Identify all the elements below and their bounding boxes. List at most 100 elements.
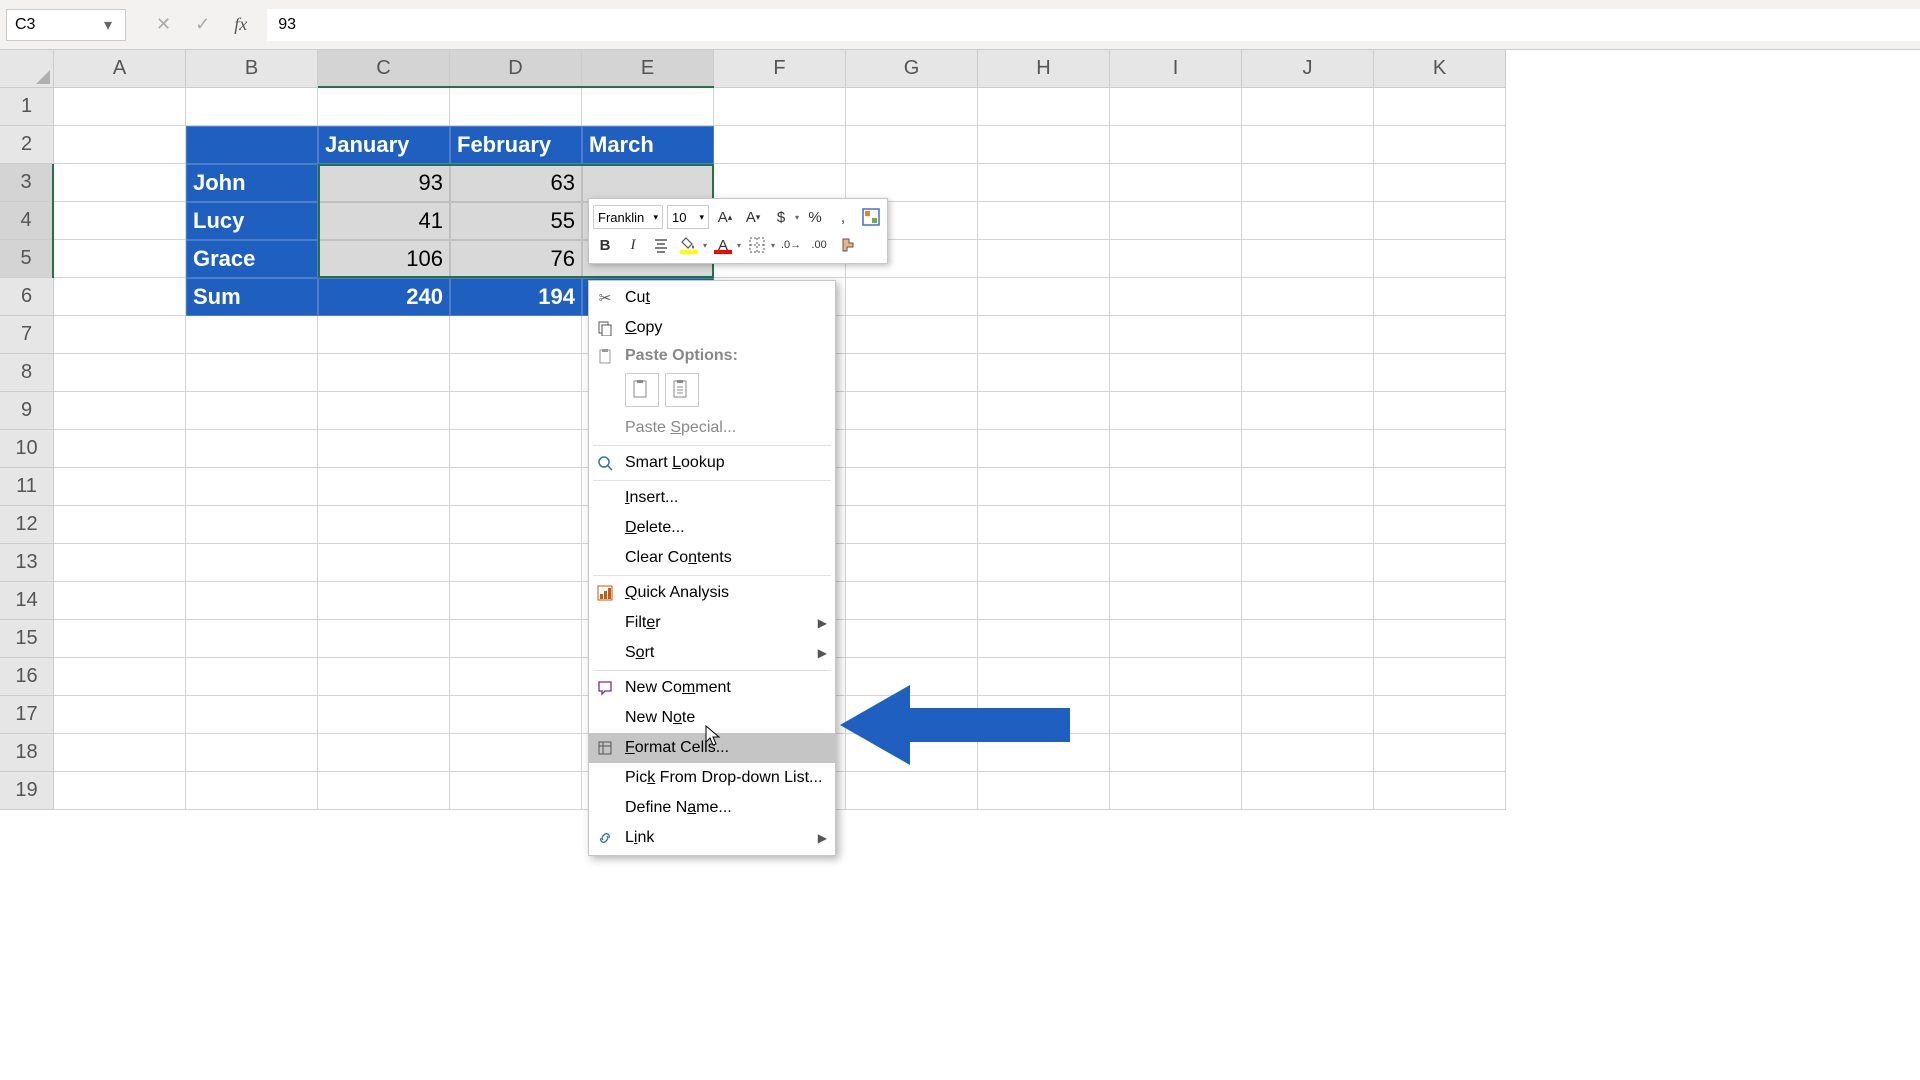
cell[interactable] [318,582,450,620]
cell[interactable]: March [582,126,714,164]
row-header[interactable]: 7 [0,316,54,354]
cell[interactable] [1374,392,1506,430]
cell[interactable] [1242,582,1374,620]
cell[interactable] [54,544,186,582]
menu-quick-analysis[interactable]: Quick Analysis [589,578,835,608]
cell[interactable] [1374,430,1506,468]
column-header[interactable]: F [714,50,846,88]
cell[interactable] [1110,582,1242,620]
cell[interactable] [1110,772,1242,810]
cell[interactable] [1242,240,1374,278]
cell[interactable] [1374,468,1506,506]
increase-font-icon[interactable]: A▴ [713,205,737,229]
cell[interactable] [1110,392,1242,430]
cell[interactable] [1242,620,1374,658]
row-header[interactable]: 16 [0,658,54,696]
cell[interactable] [1374,240,1506,278]
cell[interactable] [186,316,318,354]
column-header[interactable]: K [1374,50,1506,88]
cell[interactable] [1374,506,1506,544]
italic-icon[interactable]: I [621,233,645,257]
cell[interactable] [450,392,582,430]
cell[interactable] [1242,164,1374,202]
menu-format-cells[interactable]: Format Cells... [589,733,835,763]
cell[interactable] [450,354,582,392]
cell[interactable] [1242,354,1374,392]
cell[interactable]: 55 [450,202,582,240]
column-header[interactable]: H [978,50,1110,88]
increase-decimal-icon[interactable]: .0→ [779,233,803,257]
cell[interactable] [54,620,186,658]
cell[interactable] [450,544,582,582]
cell[interactable] [318,544,450,582]
row-header[interactable]: 4 [0,202,54,240]
cell[interactable] [978,88,1110,126]
column-header[interactable]: G [846,50,978,88]
cell[interactable] [318,430,450,468]
cell[interactable] [450,772,582,810]
cell[interactable] [54,316,186,354]
row-header[interactable]: 19 [0,772,54,810]
cell[interactable] [846,316,978,354]
cell[interactable] [1374,316,1506,354]
cell[interactable] [54,430,186,468]
row-header[interactable]: 9 [0,392,54,430]
cell[interactable] [846,468,978,506]
cell[interactable] [714,164,846,202]
menu-link[interactable]: Link ▶ [589,823,835,853]
borders-icon[interactable] [745,233,769,257]
cell[interactable] [1374,278,1506,316]
cell[interactable] [714,126,846,164]
cell[interactable]: 106 [318,240,450,278]
cell[interactable] [1374,164,1506,202]
menu-copy[interactable]: Copy [589,313,835,343]
cell[interactable] [54,202,186,240]
cell[interactable] [186,354,318,392]
name-box[interactable]: C3 ▾ [6,9,126,41]
cell[interactable]: 194 [450,278,582,316]
cell[interactable] [54,658,186,696]
row-header[interactable]: 13 [0,544,54,582]
cell[interactable] [450,88,582,126]
column-header[interactable]: J [1242,50,1374,88]
cell[interactable]: January [318,126,450,164]
cell[interactable] [582,88,714,126]
cell[interactable] [1242,544,1374,582]
cell[interactable] [1374,658,1506,696]
row-header[interactable]: 10 [0,430,54,468]
cell[interactable] [1110,126,1242,164]
cell[interactable] [318,772,450,810]
cell[interactable] [186,544,318,582]
menu-new-note[interactable]: New Note [589,703,835,733]
column-header[interactable]: C [318,50,450,88]
cell[interactable] [54,392,186,430]
cell[interactable] [318,354,450,392]
cell[interactable] [846,164,978,202]
cell[interactable] [846,772,978,810]
cell[interactable] [54,468,186,506]
cell[interactable] [54,126,186,164]
cell[interactable] [1374,88,1506,126]
name-box-dropdown-icon[interactable]: ▾ [99,15,117,35]
cell[interactable] [318,620,450,658]
cell[interactable]: 93 [318,164,450,202]
cell[interactable] [1242,468,1374,506]
cell[interactable] [54,354,186,392]
cell[interactable] [450,620,582,658]
cell[interactable] [978,392,1110,430]
cell[interactable] [1110,164,1242,202]
cell[interactable] [1242,278,1374,316]
format-painter-icon[interactable] [835,233,859,257]
cell[interactable] [1374,620,1506,658]
cell[interactable] [450,734,582,772]
cell[interactable] [846,88,978,126]
cell[interactable] [54,772,186,810]
menu-cut[interactable]: ✂ Cut [589,283,835,313]
cell[interactable] [1110,734,1242,772]
cell[interactable] [1110,544,1242,582]
cell[interactable] [450,696,582,734]
cell[interactable] [186,620,318,658]
cell[interactable] [54,278,186,316]
cell[interactable] [54,582,186,620]
column-header[interactable]: E [582,50,714,88]
